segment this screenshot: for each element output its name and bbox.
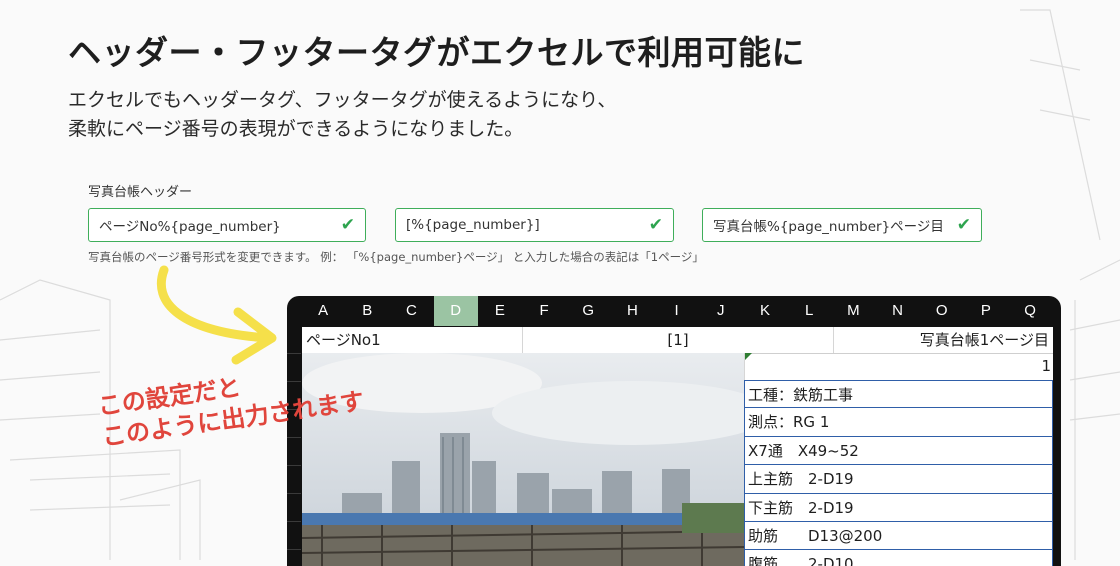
check-icon: ✔ (340, 215, 355, 235)
info-row: 腹筋 2-D10 (744, 550, 1053, 566)
column-header-j[interactable]: J (699, 296, 743, 326)
construction-photo (302, 353, 744, 566)
sheet-header-row: ページNo1 [1] 写真台帳1ページ目 (302, 327, 1053, 354)
page-number-cell: 1 (744, 353, 1053, 380)
info-row: 工種：鉄筋工事 (744, 380, 1053, 409)
info-row: 測点：RG 1 (744, 408, 1053, 437)
row-header-column (287, 326, 301, 566)
header-right-input[interactable]: 写真台帳%{page_number}ページ目 ✔ (702, 208, 982, 242)
header-left-input[interactable]: ページNo%{page_number} ✔ (88, 208, 366, 242)
column-header-d[interactable]: D (433, 296, 478, 326)
column-header-m[interactable]: M (831, 296, 875, 326)
info-row: 助筋 D13@200 (744, 521, 1053, 551)
info-row: X7通 X49~52 (744, 436, 1053, 466)
column-header-o[interactable]: O (920, 296, 964, 326)
sheet-header-left: ページNo1 (302, 327, 523, 353)
description-line: エクセルでもヘッダータグ、フッタータグが使えるようになり、 (68, 89, 617, 111)
info-row: 上主筋 2-D19 (744, 465, 1053, 494)
header-left-value: ページNo%{page_number} (99, 219, 281, 235)
info-table: 1 工種：鉄筋工事 測点：RG 1 X7通 X49~52 上主筋 2-D19 下… (744, 353, 1053, 566)
description: エクセルでもヘッダータグ、フッタータグが使えるようになり、 柔軟にページ番号の表… (68, 86, 616, 144)
excel-sheet-preview: ABCDEFGHIJKLMNOPQ ページNo1 [1] 写真台帳1ページ目 1… (287, 296, 1061, 566)
sheet-header-right: 写真台帳1ページ目 (919, 331, 1049, 349)
column-header-g[interactable]: G (566, 296, 610, 326)
sheet-grid: ページNo1 [1] 写真台帳1ページ目 1 工種：鉄筋工事 測点：RG 1 X… (302, 327, 1053, 566)
sheet-header-center: [1] (523, 327, 834, 353)
page-title: ヘッダー・フッタータグがエクセルで利用可能に (68, 33, 805, 72)
info-row: 下主筋 2-D19 (744, 493, 1053, 522)
header-field-label: 写真台帳ヘッダー (88, 185, 193, 200)
header-center-value: [%{page_number}] (406, 217, 540, 233)
column-header-row: ABCDEFGHIJKLMNOPQ (301, 296, 1052, 326)
column-header-a[interactable]: A (301, 296, 345, 326)
column-header-l[interactable]: L (787, 296, 831, 326)
column-header-e[interactable]: E (478, 296, 522, 326)
column-header-n[interactable]: N (875, 296, 919, 326)
column-header-p[interactable]: P (964, 296, 1008, 326)
column-header-b[interactable]: B (345, 296, 389, 326)
description-line: 柔軟にページ番号の表現ができるようになりました。 (68, 118, 524, 140)
header-right-value: 写真台帳%{page_number}ページ目 (713, 219, 944, 235)
check-icon: ✔ (956, 215, 971, 235)
arrow-icon (156, 265, 277, 365)
header-center-input[interactable]: [%{page_number}] ✔ (395, 208, 674, 242)
column-header-q[interactable]: Q (1008, 296, 1052, 326)
column-header-h[interactable]: H (610, 296, 654, 326)
column-header-k[interactable]: K (743, 296, 787, 326)
check-icon: ✔ (648, 215, 663, 235)
column-header-c[interactable]: C (389, 296, 433, 326)
column-header-f[interactable]: F (522, 296, 566, 326)
column-header-i[interactable]: I (655, 296, 699, 326)
